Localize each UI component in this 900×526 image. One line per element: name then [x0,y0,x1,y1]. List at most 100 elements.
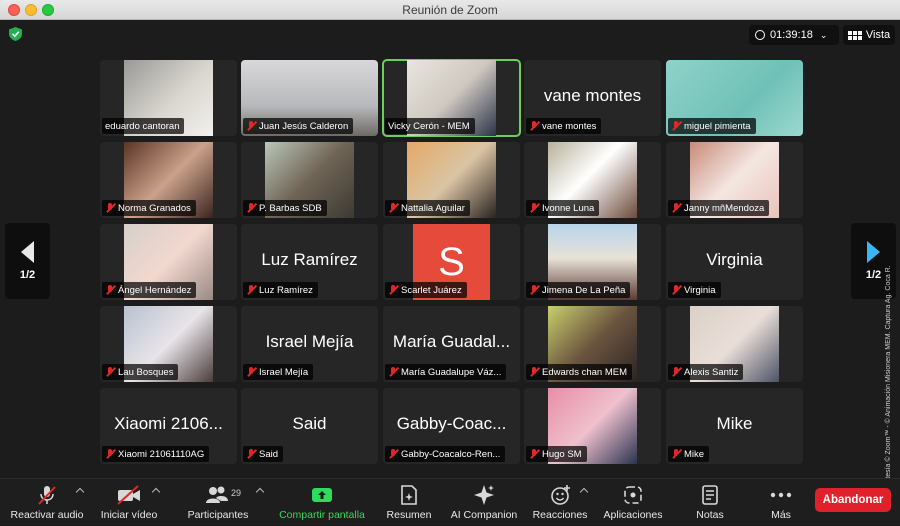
participant-tile[interactable]: Janny mñMendoza [666,142,803,218]
participant-tile[interactable]: Ángel Hernández [100,224,237,300]
participant-name: María Guadalupe Váz... [401,366,502,378]
unmute-audio-button[interactable]: Reactivar audio [8,479,86,526]
microphone-muted-icon [529,449,539,459]
timer-text: 01:39:18 [770,29,813,41]
microphone-muted-icon [671,121,681,131]
audio-label: Reactivar audio [10,509,84,521]
microphone-muted-icon [38,486,56,505]
reactions-label: Reacciones [532,509,588,521]
participant-tile[interactable]: Ivonne Luna [524,142,661,218]
participant-name: Mike [684,448,705,460]
participant-name: Said [259,448,279,460]
participant-tile[interactable]: P. Barbas SDB [241,142,378,218]
start-video-button[interactable]: Iniciar vídeo [96,479,162,526]
participant-name: Norma Granados [118,202,191,214]
more-button[interactable]: Más [762,479,800,526]
ai-companion-button[interactable]: AI Companion [448,479,520,526]
participant-tile[interactable]: Alexis Santiz [666,306,803,382]
participant-tile[interactable]: Juan Jesús Calderon [241,60,378,136]
view-button[interactable]: Vista [843,25,895,45]
chevron-down-icon: ⌄ [819,29,828,40]
participant-name: Luz Ramírez [259,284,313,296]
participants-count: 29 [231,488,242,498]
leave-meeting-button[interactable]: Abandonar [815,488,891,512]
participant-tile[interactable]: miguel pimienta [666,60,803,136]
ai-label: AI Companion [450,509,518,521]
participant-display-name: Gabby-Coac... [396,414,507,433]
participant-name-bar: Edwards chan MEM [526,364,633,380]
participant-tile[interactable]: vane montes vane montes [524,60,661,136]
more-label: Más [771,509,791,521]
participants-label: Participantes [187,509,249,521]
participant-name-bar: vane montes [526,118,602,134]
apps-button[interactable]: Aplicaciones [600,479,666,526]
meeting-timer[interactable]: 01:39:18 ⌄ [749,25,839,45]
participant-name: Juan Jesús Calderon [259,120,349,132]
participant-name-bar: Virginia [668,282,721,298]
microphone-muted-icon [529,203,539,213]
participant-tile[interactable]: Luz Ramírez Luz Ramírez [241,224,378,300]
participant-name-bar: Luz Ramírez [243,282,318,298]
participant-name-bar: Mike [668,446,710,462]
microphone-muted-icon [529,121,539,131]
participant-display-name: Virginia [706,250,763,269]
participant-name-bar: Juan Jesús Calderon [243,118,354,134]
participant-name: Ángel Hernández [118,284,192,296]
participant-tile[interactable]: Edwards chan MEM [524,306,661,382]
participant-tile[interactable]: Nattalia Aguilar [383,142,520,218]
participant-tile[interactable]: Mike Mike [666,388,803,464]
apps-icon [624,486,642,504]
microphone-muted-icon [246,367,256,377]
participant-tile[interactable]: Norma Granados [100,142,237,218]
summary-button[interactable]: Resumen [382,479,436,526]
microphone-muted-icon [671,367,681,377]
participant-name-bar: Ángel Hernández [102,282,197,298]
participant-tile[interactable]: Virginia Virginia [666,224,803,300]
participant-tile[interactable]: Hugo SM [524,388,661,464]
video-label: Iniciar vídeo [100,509,158,521]
notes-button[interactable]: Notas [688,479,732,526]
emoji-add-icon [551,485,570,505]
microphone-muted-icon [388,449,398,459]
participants-options-caret-icon[interactable] [255,487,265,497]
participant-tile[interactable]: Said Said [241,388,378,464]
shield-icon[interactable] [9,27,22,41]
participant-tile[interactable]: eduardo cantoran [100,60,237,136]
participant-name-bar: María Guadalupe Váz... [385,364,507,380]
microphone-muted-icon [105,285,115,295]
participant-tile[interactable]: Gabby-Coac... Gabby-Coacalco-Ren... [383,388,520,464]
participant-name: Alexis Santiz [684,366,739,378]
reactions-button[interactable]: Reacciones [530,479,590,526]
participant-tile[interactable]: Xiaomi 2106... Xiaomi 21061110AG [100,388,237,464]
sparkle-icon [474,485,494,505]
share-screen-button[interactable]: Compartir pantalla [274,479,370,526]
window-titlebar: Reunión de Zoom [0,0,900,20]
participant-name: eduardo cantoran [105,120,180,132]
participant-name: Scarlet Juárez [401,284,462,296]
participant-name-bar: P. Barbas SDB [243,200,327,216]
participant-name: P. Barbas SDB [259,202,322,214]
participant-name-bar: Nattalia Aguilar [385,200,470,216]
participant-tile[interactable]: María Guadal... María Guadalupe Váz... [383,306,520,382]
participant-name: Vicky Cerón - MEM [388,120,470,132]
participant-display-name: Luz Ramírez [261,250,358,269]
notes-icon [702,485,718,505]
participant-name-bar: Janny mñMendoza [668,200,770,216]
participant-name-bar: miguel pimienta [668,118,756,134]
participant-tile[interactable]: Jimena De La Peña [524,224,661,300]
microphone-muted-icon [105,449,115,459]
participants-button[interactable]: 29 Participantes [182,479,254,526]
clock-icon [755,30,765,40]
participant-name-bar: Lau Bosques [102,364,179,380]
participant-tile[interactable]: Vicky Cerón - MEM [382,59,521,137]
previous-page-button[interactable]: 1/2 [5,223,50,299]
participants-icon [206,486,228,503]
arrow-right-icon [867,241,880,263]
microphone-muted-icon [671,285,681,295]
participant-name: Lau Bosques [118,366,174,378]
participant-tile[interactable]: Israel Mejía Israel Mejía [241,306,378,382]
participant-tile[interactable]: S Scarlet Juárez [383,224,520,300]
more-dots-icon [770,492,792,498]
participant-tile[interactable]: Lau Bosques [100,306,237,382]
participant-display-name: Mike [716,414,753,433]
